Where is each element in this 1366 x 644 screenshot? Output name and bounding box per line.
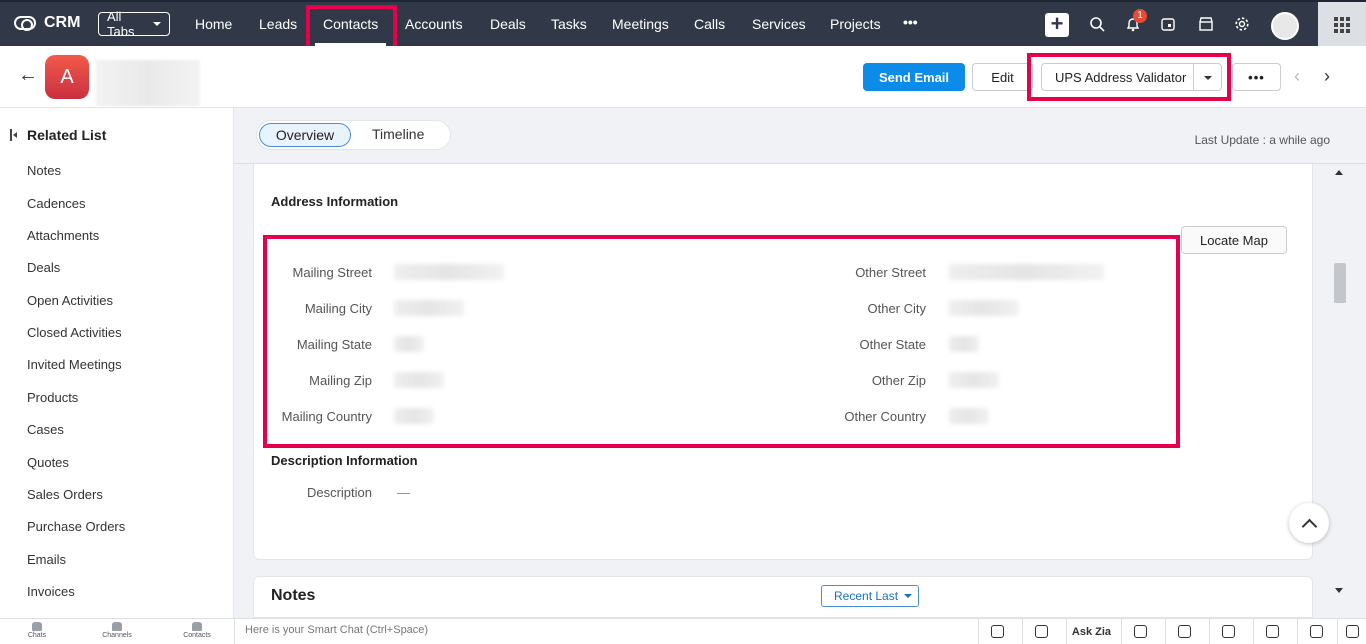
- tab-home[interactable]: Home: [195, 16, 232, 32]
- tab-services[interactable]: Services: [752, 16, 806, 32]
- view-switcher: Overview Timeline: [256, 120, 451, 150]
- all-tabs-label: All Tabs: [107, 9, 135, 39]
- smart-chat-input[interactable]: Here is your Smart Chat (Ctrl+Space): [234, 619, 978, 644]
- notes-sort-label: Recent Last: [834, 589, 899, 603]
- gear-icon[interactable]: [1232, 14, 1252, 34]
- tab-projects[interactable]: Projects: [830, 16, 881, 32]
- apps-grid-icon[interactable]: [1318, 2, 1366, 48]
- content-scrollbar[interactable]: [1327, 164, 1347, 600]
- scroll-to-top-button[interactable]: [1289, 503, 1329, 543]
- notes-title: Notes: [271, 587, 316, 604]
- scroll-up-arrow-icon[interactable]: [1335, 170, 1343, 175]
- related-list-label: Related List: [27, 127, 107, 143]
- channels-tab[interactable]: Channels: [92, 620, 142, 644]
- screen-share-icon[interactable]: [978, 619, 1016, 644]
- prev-record-icon[interactable]: ‹: [1294, 66, 1300, 87]
- last-update-text: Last Update : a while ago: [1194, 133, 1330, 147]
- related-item-cadences[interactable]: Cadences: [27, 196, 86, 211]
- related-list-title[interactable]: Related List: [10, 127, 106, 143]
- collapse-icon[interactable]: [10, 129, 18, 141]
- tab-leads[interactable]: Leads: [259, 16, 297, 32]
- contacts-tab[interactable]: Contacts: [172, 620, 222, 644]
- top-nav: CRM All Tabs Home Leads Contacts Account…: [0, 0, 1366, 48]
- zia-insights-icon[interactable]: [1121, 619, 1159, 644]
- tab-timeline[interactable]: Timeline: [372, 126, 424, 142]
- highlight-address-fields: [263, 235, 1180, 448]
- related-item-invited-meetings[interactable]: Invited Meetings: [27, 357, 122, 372]
- related-item-invoices[interactable]: Invoices: [27, 584, 75, 599]
- tab-overview[interactable]: Overview: [259, 123, 351, 147]
- edit-button[interactable]: Edit: [972, 63, 1033, 91]
- alarm-clock-icon[interactable]: [1253, 619, 1291, 644]
- related-item-products[interactable]: Products: [27, 390, 78, 405]
- related-item-purchase-orders[interactable]: Purchase Orders: [27, 519, 125, 534]
- search-icon[interactable]: [1087, 14, 1107, 34]
- translate-icon[interactable]: [1209, 619, 1247, 644]
- highlight-ups-button: [1027, 53, 1231, 101]
- back-arrow-icon[interactable]: ←: [18, 64, 38, 87]
- chat-icon: [32, 622, 42, 631]
- notification-badge: 1: [1133, 9, 1147, 23]
- contacts-label: Contacts: [183, 632, 211, 639]
- description-section-title: Description Information: [271, 453, 418, 468]
- create-icon[interactable]: +: [1045, 13, 1069, 37]
- more-tabs-button[interactable]: •••: [903, 14, 918, 30]
- related-item-emails[interactable]: Emails: [27, 552, 66, 567]
- ask-zia-button[interactable]: Ask Zia: [1066, 619, 1116, 644]
- record-name-redacted: [96, 60, 200, 106]
- bottom-bar: Chats Channels Contacts Here is your Sma…: [0, 618, 1366, 644]
- tab-deals[interactable]: Deals: [490, 16, 526, 32]
- description-label: Description: [306, 485, 372, 500]
- megaphone-icon[interactable]: [1022, 619, 1060, 644]
- notes-sort-dropdown[interactable]: Recent Last: [821, 585, 919, 607]
- history-icon[interactable]: [1297, 619, 1335, 644]
- scroll-down-arrow-icon[interactable]: [1335, 588, 1343, 593]
- tab-calls[interactable]: Calls: [694, 16, 725, 32]
- address-section-title: Address Information: [271, 194, 399, 209]
- next-record-icon[interactable]: ›: [1324, 66, 1330, 87]
- related-item-quotes[interactable]: Quotes: [27, 455, 69, 470]
- tab-meetings[interactable]: Meetings: [612, 16, 669, 32]
- scrollbar-thumb[interactable]: [1334, 263, 1346, 303]
- notes-card: Notes Recent Last: [253, 576, 1313, 618]
- related-item-cases[interactable]: Cases: [27, 422, 64, 437]
- channels-label: Channels: [102, 632, 132, 639]
- chats-tab[interactable]: Chats: [12, 620, 62, 644]
- chevron-up-icon: [1301, 518, 1317, 534]
- chevron-down-icon: [153, 22, 161, 26]
- related-item-notes[interactable]: Notes: [27, 163, 61, 178]
- phone-icon[interactable]: [1165, 619, 1203, 644]
- crm-logo[interactable]: CRM: [14, 14, 80, 32]
- calendar-icon[interactable]: [1158, 14, 1178, 34]
- record-tabs-bar: Overview Timeline Last Update : a while …: [234, 108, 1366, 164]
- chats-label: Chats: [27, 632, 47, 639]
- related-list-sidebar: Related List Notes Cadences Attachments …: [0, 108, 234, 618]
- tab-tasks[interactable]: Tasks: [551, 16, 587, 32]
- contact-icon: [192, 622, 202, 631]
- calculator-icon[interactable]: [1337, 619, 1366, 644]
- chevron-down-icon: [904, 594, 913, 598]
- crm-logo-icon: [14, 16, 36, 31]
- record-avatar: A: [45, 55, 89, 99]
- channels-icon: [112, 622, 122, 631]
- tab-accounts[interactable]: Accounts: [405, 16, 463, 32]
- related-item-sales-orders[interactable]: Sales Orders: [27, 487, 103, 502]
- app-name: CRM: [44, 14, 81, 31]
- description-value: —: [397, 485, 410, 500]
- more-actions-button[interactable]: •••: [1232, 63, 1281, 91]
- marketplace-icon[interactable]: [1196, 14, 1216, 34]
- related-item-open-activities[interactable]: Open Activities: [27, 293, 113, 308]
- related-item-closed-activities[interactable]: Closed Activities: [27, 325, 122, 340]
- related-item-attachments[interactable]: Attachments: [27, 228, 99, 243]
- send-email-button[interactable]: Send Email: [863, 63, 965, 91]
- all-tabs-dropdown[interactable]: All Tabs: [98, 9, 170, 39]
- related-item-deals[interactable]: Deals: [27, 260, 60, 275]
- locate-map-button[interactable]: Locate Map: [1181, 226, 1287, 254]
- user-avatar[interactable]: [1271, 12, 1299, 40]
